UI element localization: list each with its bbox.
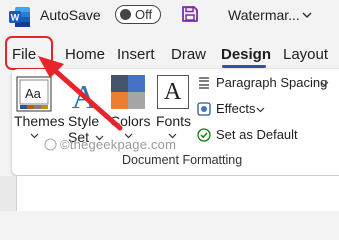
autosave-state: Off [135, 7, 153, 22]
watermark-text: ©thegeekpage.com [60, 137, 177, 152]
themes-icon-text: Aa [25, 86, 41, 101]
checkmark-circle-icon [197, 128, 211, 142]
toggle-knob [120, 9, 131, 20]
svg-text:A: A [72, 79, 97, 114]
document-formatting-group-label: Document Formatting [122, 153, 243, 167]
tab-home[interactable]: Home [65, 46, 105, 63]
colors-icon [111, 75, 145, 109]
active-tab-indicator [222, 65, 266, 68]
fonts-icon-text: A [164, 79, 182, 105]
word-logo-icon[interactable]: W [9, 6, 31, 28]
themes-label: Themes [14, 113, 65, 129]
chevron-down-icon [256, 107, 265, 113]
effects-label: Effects [216, 101, 256, 116]
file-tab-highlight-box [5, 36, 53, 70]
svg-text:W: W [11, 13, 20, 23]
autosave-toggle[interactable]: Off [115, 5, 161, 24]
effects-icon [197, 102, 211, 116]
themes-button[interactable]: Aa Themes [12, 69, 65, 141]
style-set-label-line1: Style [68, 113, 100, 129]
set-as-default-label: Set as Default [216, 127, 298, 142]
chevron-down-icon [320, 81, 329, 87]
tab-draw[interactable]: Draw [171, 46, 206, 63]
style-set-icon: A [72, 79, 97, 114]
save-icon[interactable] [181, 5, 199, 23]
colors-label: Colors [110, 113, 151, 129]
chevron-down-icon[interactable] [301, 9, 313, 21]
document-page[interactable] [16, 176, 339, 211]
tab-insert[interactable]: Insert [117, 46, 155, 63]
paragraph-spacing-icon [199, 77, 209, 89]
paragraph-spacing-label: Paragraph Spacing [216, 75, 328, 90]
tab-layout[interactable]: Layout [283, 46, 328, 63]
copyright-icon [44, 138, 57, 151]
fonts-label: Fonts [156, 113, 192, 129]
tab-design[interactable]: Design [221, 46, 271, 63]
title-bar: W AutoSave Off Watermar... [0, 0, 339, 34]
colors-button[interactable]: Colors [108, 69, 154, 141]
autosave-label: AutoSave [40, 7, 101, 23]
fonts-button[interactable]: A Fonts [154, 69, 194, 141]
document-title[interactable]: Watermar... [228, 7, 300, 23]
chevron-down-icon [30, 133, 39, 139]
